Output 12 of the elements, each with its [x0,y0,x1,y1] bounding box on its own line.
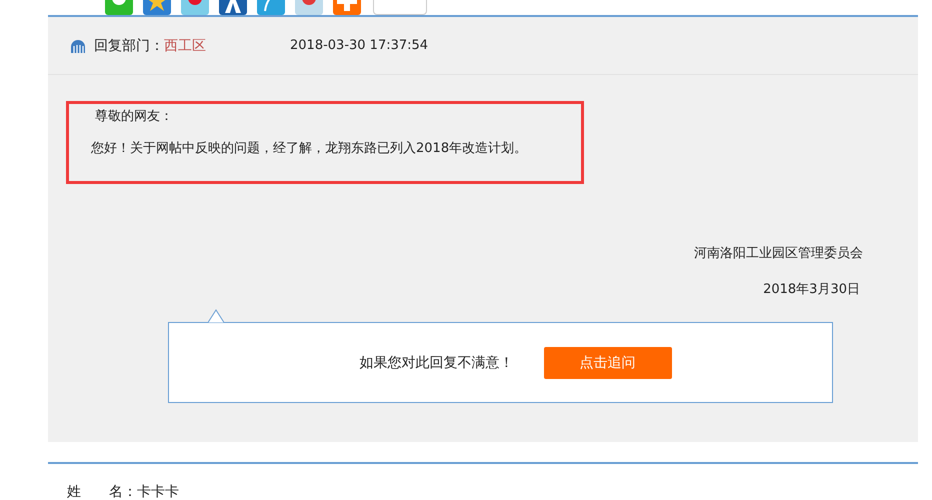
people-icon [70,38,86,54]
department-name: 西工区 [164,36,206,54]
signature: 河南洛阳工业园区管理委员会 [693,245,863,262]
reply-text: 您好！关于网帖中反映的问题，经了解，龙翔东路已列入2018年改造计划。 [90,140,528,158]
department-label: 回复部门： [94,36,164,54]
greeting: 尊敬的网友： [94,108,174,126]
followup-prompt: 如果您对此回复不满意！ [360,354,514,372]
field-value: 卡卡卡 [137,484,179,500]
reply-time: 2018-03-30 17:37:54 [290,38,428,53]
reply-date: 2018年3月30日 [762,281,860,298]
followup-button[interactable]: 点击追问 [544,346,672,378]
field-label: 姓 名： [67,484,137,500]
